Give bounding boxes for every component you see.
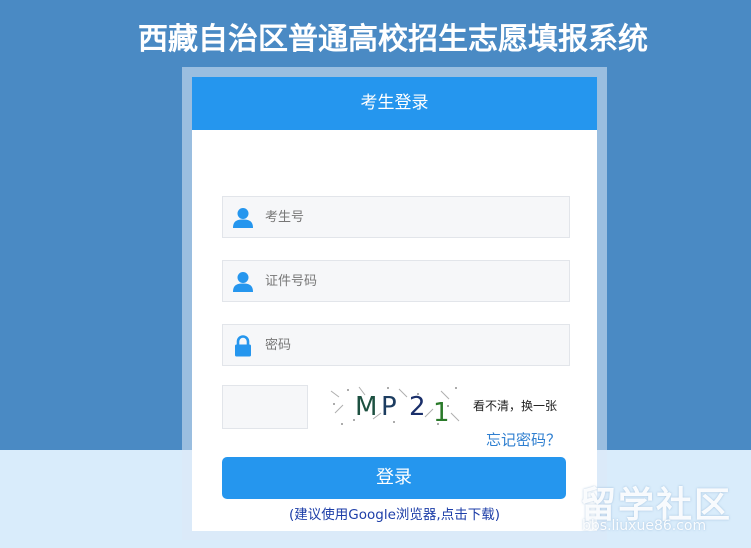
login-card: 考生登录 考生号 证件号码 M P 2 1 看不清，换一张 忘记密码？ 登录 (… xyxy=(192,77,597,531)
captcha-char: P xyxy=(381,392,397,422)
watermark-url: bbs.liuxue86.com xyxy=(582,518,707,534)
id-number-input[interactable] xyxy=(265,261,561,301)
captcha-char: 2 xyxy=(409,392,426,422)
candidate-number-input[interactable] xyxy=(265,197,561,237)
captcha-input[interactable] xyxy=(222,385,308,429)
user-icon xyxy=(233,271,253,293)
forgot-password-link[interactable]: 忘记密码？ xyxy=(486,429,561,450)
captcha-char: 1 xyxy=(433,398,450,428)
user-icon xyxy=(233,207,253,229)
lock-icon xyxy=(233,335,253,357)
captcha-char: M xyxy=(355,392,377,422)
login-card-title: 考生登录 xyxy=(192,77,597,130)
page-title: 西藏自治区普通高校招生志愿填报系统 xyxy=(138,22,648,57)
captcha-image[interactable]: M P 2 1 xyxy=(329,383,464,429)
id-number-field[interactable] xyxy=(222,260,570,302)
password-field[interactable] xyxy=(222,324,570,366)
refresh-captcha-link[interactable]: 看不清，换一张 xyxy=(473,397,557,414)
login-button[interactable]: 登录 xyxy=(222,457,566,499)
watermark-logo: 留学社区 bbs.liuxue86.com xyxy=(580,476,740,542)
password-input[interactable] xyxy=(265,325,561,365)
browser-tip-link[interactable]: (建议使用Google浏览器,点击下载) xyxy=(192,503,597,523)
candidate-number-field[interactable] xyxy=(222,196,570,238)
